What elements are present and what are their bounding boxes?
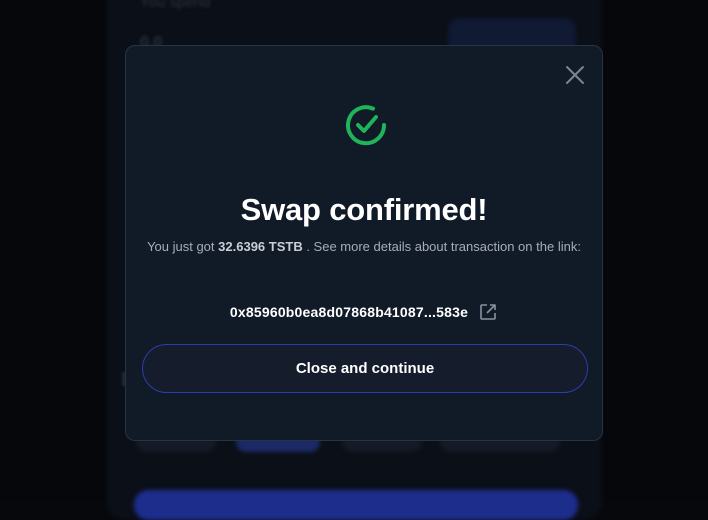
close-button[interactable] — [564, 64, 586, 86]
transaction-hash-link[interactable]: 0x85960b0ea8d07868b41087...583e — [230, 304, 468, 320]
received-amount: 32.6396 TSTB — [218, 239, 303, 254]
background-swap-button — [134, 490, 578, 520]
check-circle-icon — [346, 105, 387, 146]
external-link-icon[interactable] — [478, 302, 498, 322]
modal-description: You just got 32.6396 TSTB . See more det… — [142, 236, 586, 257]
description-prefix: You just got — [147, 239, 215, 254]
close-and-continue-button[interactable]: Close and continue — [142, 344, 588, 393]
close-icon — [566, 66, 584, 84]
transaction-link-row: 0x85960b0ea8d07868b41087...583e — [126, 302, 602, 322]
modal-title: Swap confirmed! — [240, 192, 488, 227]
swap-confirmed-modal: Swap confirmed! You just got 32.6396 TST… — [125, 45, 603, 441]
background-spend-label: You spend — [140, 0, 211, 11]
description-suffix: . See more details about transaction on … — [306, 239, 581, 254]
